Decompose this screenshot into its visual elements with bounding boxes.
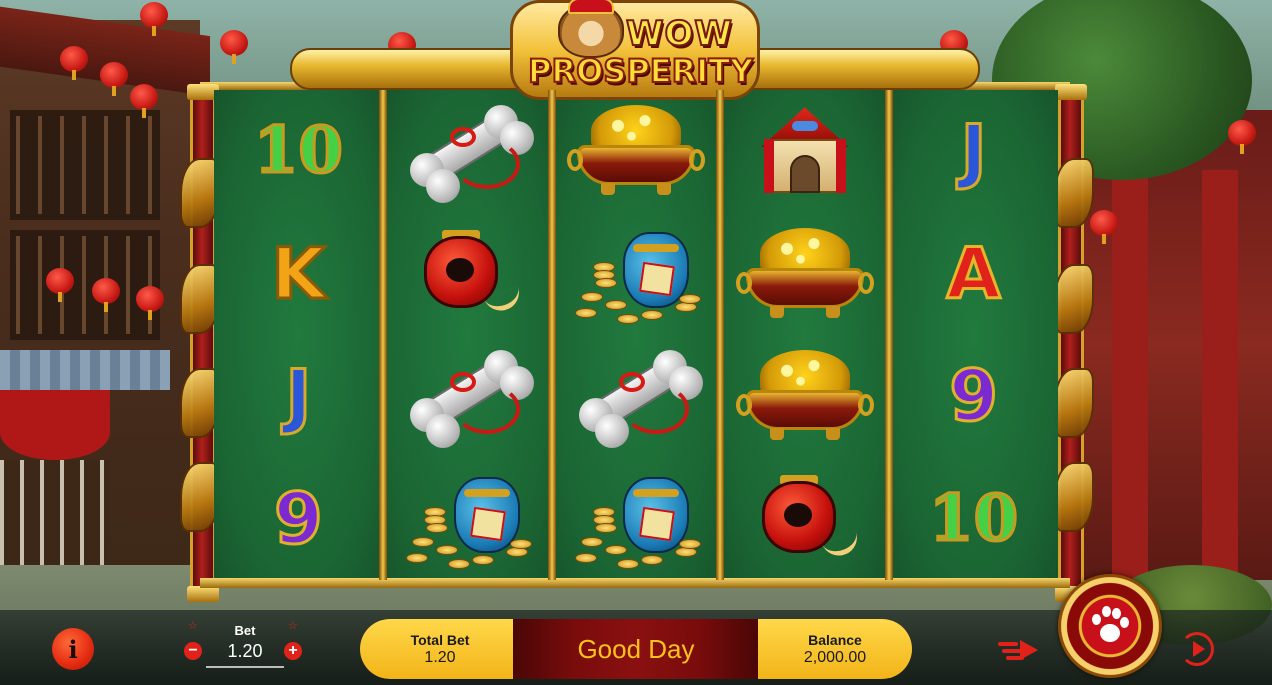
- lantern-decor-icon: [1090, 210, 1118, 244]
- reel-column: [720, 90, 890, 581]
- reel-cell: [552, 335, 721, 458]
- spin-button[interactable]: [1058, 574, 1162, 678]
- symbol-9: 9: [273, 477, 325, 560]
- symbol-j: J: [284, 355, 313, 438]
- reel-cell: [383, 335, 552, 458]
- info-pill: Total Bet 1.20 Good Day Balance 2,000.00: [360, 619, 912, 679]
- money-bag-icon: [571, 467, 701, 571]
- balance-label: Balance: [808, 632, 862, 648]
- reel-column: J A 9 10: [889, 90, 1058, 580]
- bet-underline: [206, 666, 284, 668]
- turbo-spin-button[interactable]: [998, 634, 1040, 666]
- money-bag-icon: [571, 222, 701, 326]
- dragon-ornament-icon: [1054, 264, 1094, 334]
- lantern-decor-icon: [1228, 120, 1256, 154]
- reel-cell: [552, 213, 721, 336]
- bet-selector: ☆ ☆ Bet − 1.20 +: [182, 619, 308, 673]
- reel-cell: J: [889, 90, 1058, 213]
- dragon-ornament-icon: [1054, 368, 1094, 438]
- reel-cell: 9: [214, 458, 383, 581]
- reel-divider: [716, 90, 725, 580]
- total-bet-label: Total Bet: [410, 632, 470, 648]
- play-icon: [1193, 641, 1205, 657]
- dragon-ornament-icon: [1054, 158, 1094, 228]
- lantern-decor-icon: [136, 286, 164, 320]
- reel-divider: [378, 90, 387, 580]
- logo-wow-text: WOW: [625, 13, 733, 55]
- lantern-decor-icon: [100, 62, 128, 96]
- autoplay-button[interactable]: [1180, 632, 1214, 666]
- info-icon: i: [68, 634, 78, 664]
- gold-pot-icon: [735, 344, 874, 448]
- lantern-decor-icon: [92, 278, 120, 312]
- paw-icon: [1090, 606, 1130, 646]
- reel-divider: [885, 90, 894, 580]
- reel-cell: [383, 458, 552, 581]
- money-bag-icon: [402, 467, 533, 571]
- reel-divider: [547, 90, 556, 580]
- red-lantern-icon: [740, 467, 870, 571]
- total-bet-value: 1.20: [424, 649, 456, 666]
- symbol-j: J: [959, 110, 988, 193]
- gold-pot-icon: [566, 99, 705, 203]
- reel-cell: 10: [214, 90, 383, 213]
- reel-column: 10 K J 9: [214, 90, 383, 580]
- reel-cell: [383, 90, 552, 213]
- right-building: [1072, 110, 1272, 590]
- symbol-9: 9: [948, 355, 1000, 438]
- reel-cell: J: [214, 335, 383, 458]
- gold-pot-icon: [735, 222, 874, 326]
- balance-value: 2,000.00: [803, 649, 867, 666]
- reel-cell: [720, 458, 889, 581]
- logo-title-text: PROSPERITY: [527, 51, 754, 91]
- bet-label: Bet: [234, 623, 256, 638]
- reel-column: [551, 90, 721, 581]
- reel-cell: [552, 90, 721, 213]
- reel-cell: [383, 213, 552, 336]
- symbol-k: K: [270, 232, 327, 315]
- turbo-arrow-icon: [1020, 640, 1038, 660]
- reel-cell: 9: [889, 335, 1058, 458]
- balance-panel: Balance 2,000.00: [758, 619, 912, 679]
- lantern-decor-icon: [140, 2, 168, 36]
- reel-cell: K: [214, 213, 383, 336]
- bet-increase-button[interactable]: +: [284, 642, 302, 660]
- game-logo: WOW PROSPERITY: [290, 0, 980, 100]
- dragon-ornament-icon: [1054, 462, 1094, 532]
- total-bet-panel: Total Bet 1.20: [360, 619, 520, 679]
- info-button[interactable]: i: [52, 628, 94, 670]
- symbol-10: 10: [928, 480, 1020, 556]
- symbol-a: A: [945, 232, 1002, 315]
- message-panel: Good Day: [513, 619, 759, 679]
- reel-cell: [720, 90, 889, 213]
- lantern-decor-icon: [220, 30, 248, 64]
- red-lantern-icon: [402, 222, 532, 326]
- reel-cell: 10: [889, 458, 1058, 581]
- reel-cell: [720, 335, 889, 458]
- silver-bone-icon: [402, 99, 535, 204]
- lantern-decor-icon: [130, 84, 158, 118]
- reel-cell: [552, 458, 721, 581]
- silver-bone-icon: [402, 344, 535, 449]
- dog-hat-icon: [568, 0, 614, 14]
- lantern-decor-icon: [46, 268, 74, 302]
- silver-bone-icon: [571, 344, 703, 449]
- reel-grid: 10 K J 9 J A 9 10: [214, 90, 1058, 580]
- lantern-decor-icon: [60, 46, 88, 80]
- reel-cell: [720, 213, 889, 336]
- reel-frame-bottom: [200, 578, 1070, 588]
- reel-column: [382, 90, 552, 581]
- dog-house-icon: [740, 99, 870, 203]
- status-message: Good Day: [577, 633, 695, 664]
- reel-cell: A: [889, 213, 1058, 336]
- symbol-10: 10: [252, 113, 344, 189]
